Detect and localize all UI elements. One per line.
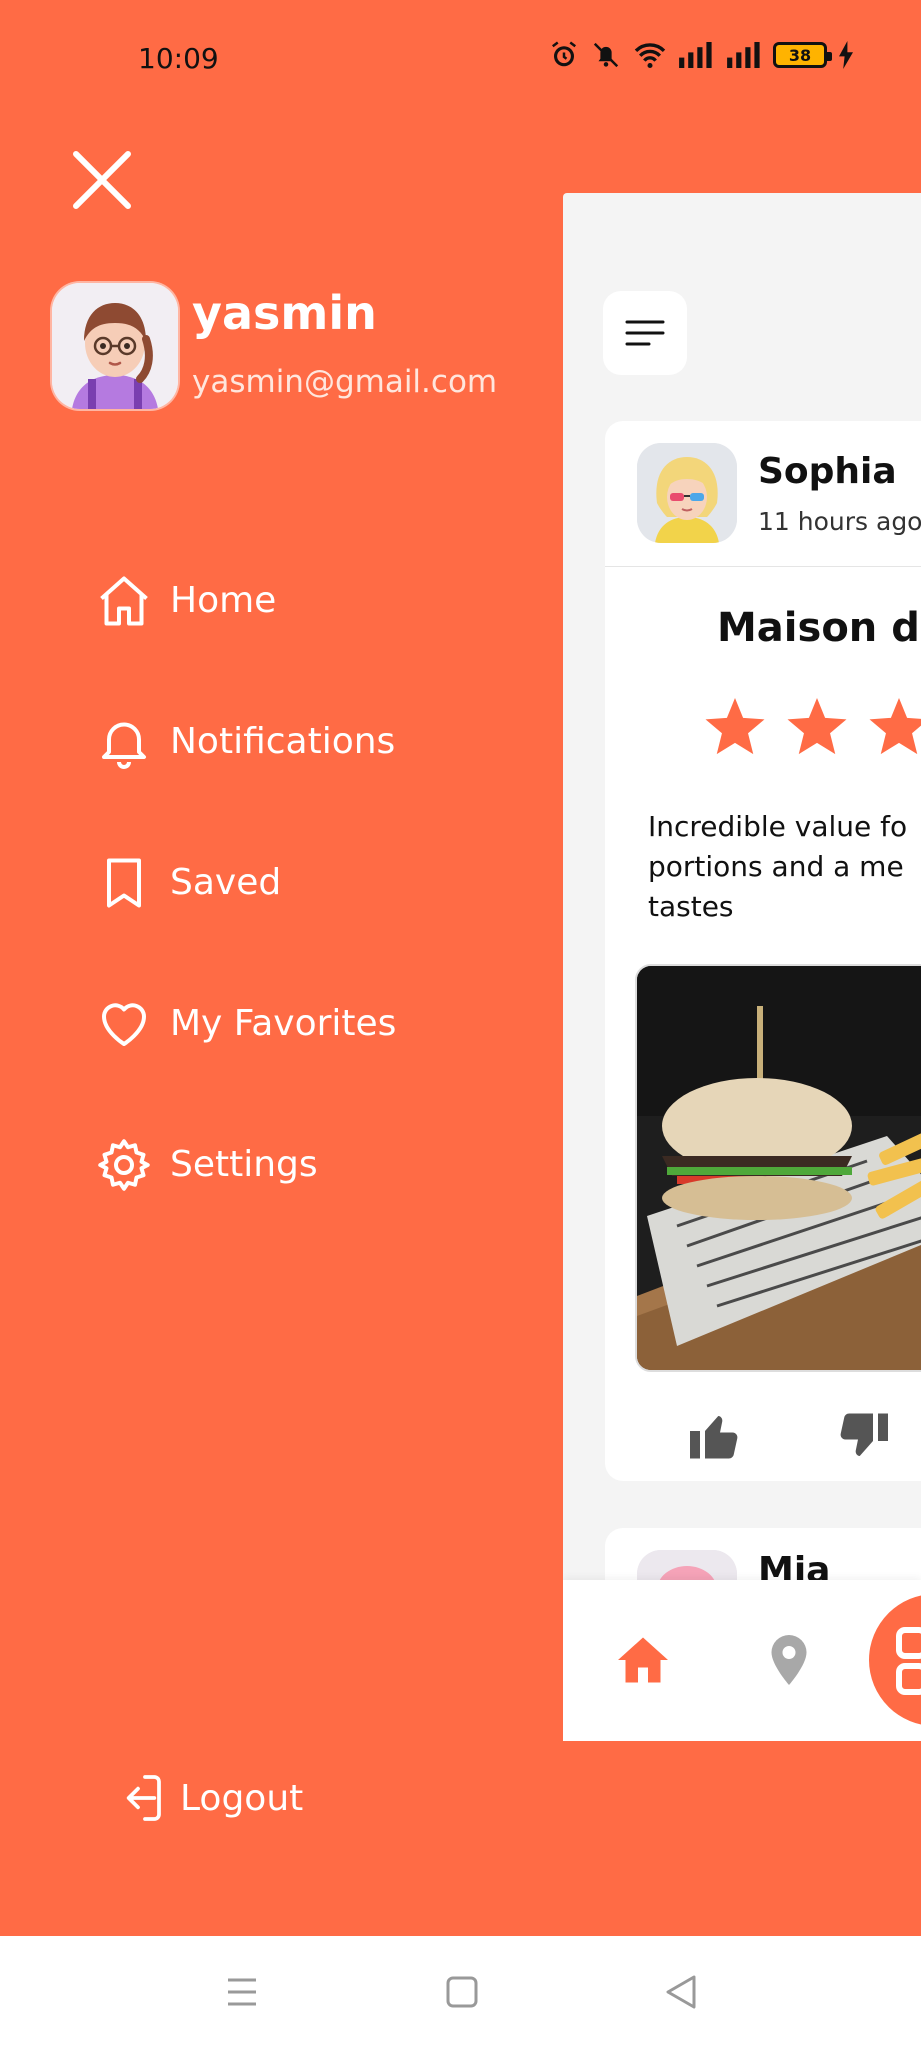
- status-bar: 10:09 38: [0, 0, 921, 120]
- menu-lines-icon: [228, 1978, 256, 2006]
- star-icon: [869, 698, 921, 755]
- menu-label: Notifications: [170, 721, 396, 762]
- system-nav-bar: [0, 1936, 921, 2048]
- gear-icon: [92, 1133, 156, 1197]
- star-icon: [787, 698, 847, 755]
- user-avatar[interactable]: [52, 283, 178, 409]
- charging-icon: [839, 41, 853, 69]
- bottom-nav: [563, 1580, 921, 1741]
- bookmark-icon: [92, 851, 156, 915]
- status-icons: 38: [549, 40, 855, 70]
- heart-icon: [92, 992, 156, 1056]
- bell-icon: [92, 710, 156, 774]
- back-triangle-icon: [666, 1975, 696, 2009]
- logout-icon: [108, 1768, 168, 1828]
- dislike-button[interactable]: [833, 1406, 893, 1466]
- thumbs-up-icon: [690, 1416, 738, 1459]
- battery-icon: 38: [773, 42, 832, 68]
- recent-apps-button[interactable]: [214, 1964, 270, 2020]
- menu-item-notifications[interactable]: Notifications: [92, 671, 512, 812]
- status-time: 10:09: [138, 42, 219, 75]
- rating-stars: [703, 698, 921, 758]
- user-email: yasmin@gmail.com: [192, 364, 498, 400]
- mute-icon: [593, 42, 619, 68]
- hamburger-icon: [625, 320, 665, 346]
- menu-item-saved[interactable]: Saved: [92, 812, 512, 953]
- location-pin-icon: [771, 1635, 807, 1685]
- home-icon: [618, 1637, 668, 1683]
- logout-label: Logout: [180, 1777, 304, 1819]
- review-photo[interactable]: [635, 964, 921, 1372]
- menu-label: Home: [170, 580, 277, 621]
- logout-button[interactable]: Logout: [108, 1768, 303, 1828]
- nav-home-button[interactable]: [613, 1630, 673, 1690]
- square-icon: [446, 1976, 478, 2008]
- like-button[interactable]: [685, 1406, 745, 1466]
- avatar-illustration: [52, 283, 178, 409]
- review-text: Incredible value fo portions and a me ta…: [648, 810, 908, 923]
- menu-toggle-button[interactable]: [603, 291, 687, 375]
- reviewer-name: Sophia: [758, 451, 897, 492]
- signal-icon-2: [727, 42, 760, 68]
- drawer-menu: Home Notifications Saved My Favorites Se…: [92, 530, 512, 1235]
- close-drawer-button[interactable]: [70, 148, 134, 212]
- qr-code-icon: [896, 1627, 921, 1695]
- main-content-panel[interactable]: Sophia 11 hours ago Maison de Incredible…: [563, 193, 921, 1741]
- menu-item-favorites[interactable]: My Favorites: [92, 953, 512, 1094]
- burger-photo: [637, 966, 921, 1370]
- menu-item-home[interactable]: Home: [92, 530, 512, 671]
- user-name: yasmin: [192, 286, 377, 340]
- thumbs-down-icon: [840, 1413, 888, 1456]
- reviewer-avatar[interactable]: [637, 443, 737, 543]
- reviewer-avatar-illustration: [637, 443, 737, 543]
- back-button[interactable]: [654, 1964, 710, 2020]
- review-time: 11 hours ago: [758, 507, 921, 536]
- alarm-icon: [552, 41, 576, 67]
- menu-label: Settings: [170, 1144, 318, 1185]
- place-name: Maison de: [717, 605, 921, 651]
- home-icon: [92, 569, 156, 633]
- nav-map-button[interactable]: [759, 1630, 819, 1690]
- battery-level: 38: [788, 45, 812, 65]
- qr-scan-button[interactable]: [869, 1594, 921, 1726]
- menu-label: Saved: [170, 862, 282, 903]
- menu-label: My Favorites: [170, 1003, 397, 1044]
- card-divider: [605, 566, 921, 567]
- close-icon: [73, 151, 131, 209]
- wifi-icon: [634, 43, 666, 69]
- review-card[interactable]: Sophia 11 hours ago Maison de Incredible…: [605, 421, 921, 1481]
- star-icon: [705, 698, 765, 755]
- signal-icon: [679, 42, 712, 68]
- menu-item-settings[interactable]: Settings: [92, 1094, 512, 1235]
- home-system-button[interactable]: [434, 1964, 490, 2020]
